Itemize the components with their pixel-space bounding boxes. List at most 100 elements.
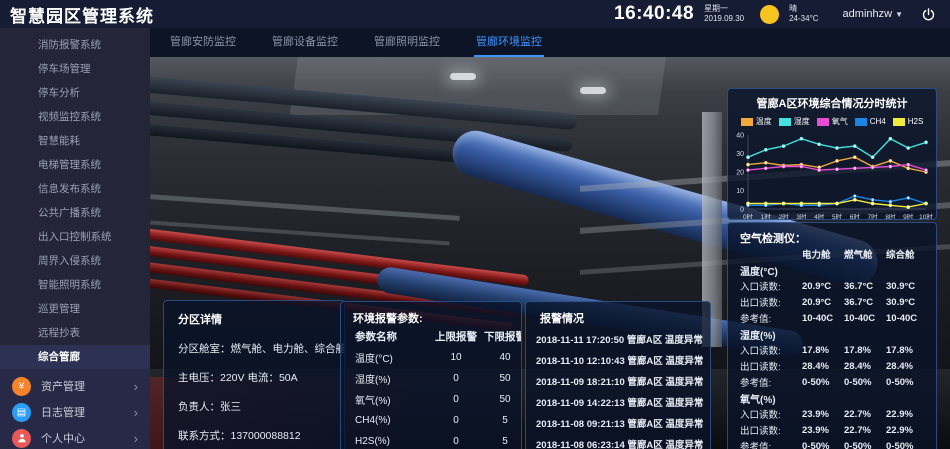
chevron-right-icon: › <box>134 431 138 446</box>
sidebar-item[interactable]: 远程抄表 <box>0 321 150 345</box>
param-cell: 下限报警 <box>479 329 522 344</box>
param-cell: 50 <box>479 394 522 405</box>
zone-detail-row: 负责人：张三 <box>164 385 344 414</box>
params-panel-title: 环境报警参数: <box>341 302 521 326</box>
sidebar-item[interactable]: 视频监控系统 <box>0 105 150 129</box>
chevron-right-icon: › <box>134 379 138 394</box>
legend-swatch <box>779 118 791 126</box>
svg-text:9时: 9时 <box>903 212 914 220</box>
legend-swatch <box>817 118 829 126</box>
tab-管廊照明监控[interactable]: 管廊照明监控 <box>372 27 442 57</box>
ceiling-lamp <box>580 87 606 94</box>
tab-管廊环境监控[interactable]: 管廊环境监控 <box>474 27 544 57</box>
sidebar: 消防报警系统停车场管理停车分析视频监控系统智慧能耗电梯管理系统信息发布系统公共广… <box>0 28 150 449</box>
user-menu[interactable]: adminhzw ▼ <box>843 8 903 20</box>
sidebar-group-label: 个人中心 <box>41 430 85 446</box>
air-cell: 17.8% <box>802 345 844 356</box>
air-cell: 入口读数: <box>740 343 802 357</box>
power-button[interactable] <box>921 7 936 22</box>
sidebar-group-log[interactable]: ▤日志管理› <box>0 399 150 425</box>
zone-detail-rows: 分区舱室：燃气舱、电力舱、综合舱主电压：220V 电流：50A负责人：张三联系方… <box>164 327 344 443</box>
air-data-row: 出口读数:28.4%28.4%28.4% <box>728 358 936 374</box>
air-cell: 22.9% <box>886 425 928 436</box>
air-detector-table: 电力舱燃气舱综合舱温度(°C)入口读数:20.9°C36.7°C30.9°C出口… <box>728 246 936 449</box>
svg-text:2时: 2时 <box>779 212 790 220</box>
sidebar-item[interactable]: 停车场管理 <box>0 57 150 81</box>
sidebar-item[interactable]: 巡更管理 <box>0 297 150 321</box>
ceiling-lamp <box>450 73 476 80</box>
date-label: 2019.09.30 <box>704 14 744 24</box>
air-data-row: 参考值:10-40C10-40C10-40C <box>728 310 936 326</box>
svg-text:5时: 5时 <box>832 212 843 220</box>
air-cell: 10-40C <box>886 313 928 324</box>
sidebar-item[interactable]: 公共广播系统 <box>0 201 150 225</box>
air-group-label: 温度(°C) <box>728 262 936 278</box>
chevron-down-icon: ▼ <box>895 10 903 19</box>
zone-detail-panel: 分区详情 分区舱室：燃气舱、电力舱、综合舱主电压：220V 电流：50A负责人：… <box>163 300 345 449</box>
sidebar-group-asset[interactable]: ¥资产管理› <box>0 373 150 399</box>
person-icon <box>12 429 31 448</box>
param-cell: 温度(°C) <box>355 350 433 365</box>
alarm-params-panel: 环境报警参数: 参数名称上限报警下限报警温度(°C)1040湿度(%)050氧气… <box>340 301 522 449</box>
header: 智慧园区管理系统 16:40:48 星期一 2019.09.30 晴 24-34… <box>0 0 950 28</box>
alarm-list-panel: 报警情况 2018-11-11 17:20:50 管廊A区 温度异常2018-1… <box>525 301 711 449</box>
air-cell: 参考值: <box>740 439 802 449</box>
legend-label: H2S <box>908 117 924 126</box>
air-cell: 入口读数: <box>740 279 802 293</box>
clock: 16:40:48 <box>614 3 694 25</box>
sidebar-item[interactable]: 智慧能耗 <box>0 129 150 153</box>
sidebar-item[interactable]: 消防报警系统 <box>0 33 150 57</box>
legend-swatch <box>893 118 905 126</box>
username-label: adminhzw <box>843 8 893 20</box>
alarm-item: 2018-11-10 12:10:43 管廊A区 温度异常 <box>526 349 710 370</box>
param-cell: 上限报警 <box>433 329 479 344</box>
air-cell: 28.4% <box>886 361 928 372</box>
air-cell: 10-40C <box>844 313 886 324</box>
sidebar-group-user[interactable]: 个人中心 › <box>0 425 150 449</box>
weather-label: 晴 <box>789 4 818 14</box>
svg-text:4时: 4时 <box>814 212 825 220</box>
svg-text:1时: 1时 <box>761 212 772 220</box>
sidebar-item[interactable]: 智能照明系统 <box>0 273 150 297</box>
air-data-row: 出口读数:20.9°C36.7°C30.9°C <box>728 294 936 310</box>
sidebar-item[interactable]: 停车分析 <box>0 81 150 105</box>
sidebar-item[interactable]: 信息发布系统 <box>0 177 150 201</box>
alarm-item: 2018-11-09 14:22:13 管廊A区 温度异常 <box>526 391 710 412</box>
chevron-right-icon: › <box>134 405 138 420</box>
svg-text:3时: 3时 <box>796 212 807 220</box>
param-cell: 0 <box>433 394 479 405</box>
param-row-item: 温度(°C)1040 <box>341 347 521 368</box>
sidebar-group-label: 资产管理 <box>41 378 85 394</box>
air-header-row: 电力舱燃气舱综合舱 <box>728 246 936 262</box>
sidebar-item[interactable]: 周界入侵系统 <box>0 249 150 273</box>
temp-range-label: 24-34°C <box>789 14 818 24</box>
legend-item-氧气: 氧气 <box>817 116 848 127</box>
param-cell: 5 <box>479 436 522 447</box>
sidebar-item[interactable]: 电梯管理系统 <box>0 153 150 177</box>
tab-管廊安防监控[interactable]: 管廊安防监控 <box>168 27 238 57</box>
tab-bar: 管廊安防监控 管廊设备监控 管廊照明监控 管廊环境监控 <box>150 28 950 57</box>
alarm-params-table: 参数名称上限报警下限报警温度(°C)1040湿度(%)050氧气(%)050CH… <box>341 326 521 449</box>
air-cell: 36.7°C <box>844 297 886 308</box>
param-row-item: 湿度(%)050 <box>341 368 521 389</box>
tab-管廊设备监控[interactable]: 管廊设备监控 <box>270 27 340 57</box>
air-data-row: 参考值:0-50%0-50%0-50% <box>728 438 936 449</box>
zone-panel-title: 分区详情 <box>164 301 344 327</box>
sidebar-item[interactable]: 综合管廊 <box>0 345 150 369</box>
cable-shelf <box>150 194 460 221</box>
legend-item-温度: 温度 <box>741 116 772 127</box>
param-cell: 50 <box>479 373 522 384</box>
param-row-item: CH4(%)05 <box>341 410 521 431</box>
air-group-text: 氧气(%) <box>740 391 802 406</box>
svg-text:20: 20 <box>736 170 744 177</box>
legend-item-H2S: H2S <box>893 117 924 126</box>
air-cell: 20.9°C <box>802 281 844 292</box>
sidebar-item[interactable]: 出入口控制系统 <box>0 225 150 249</box>
air-cell: 0-50% <box>802 441 844 449</box>
svg-text:7时: 7时 <box>868 212 879 220</box>
alarm-item: 2018-11-08 09:21:13 管廊A区 温度异常 <box>526 412 710 433</box>
svg-text:40: 40 <box>736 133 744 140</box>
svg-text:10: 10 <box>736 188 744 195</box>
weekday-label: 星期一 <box>704 4 744 14</box>
alarm-list: 2018-11-11 17:20:50 管廊A区 温度异常2018-11-10 … <box>526 328 710 449</box>
